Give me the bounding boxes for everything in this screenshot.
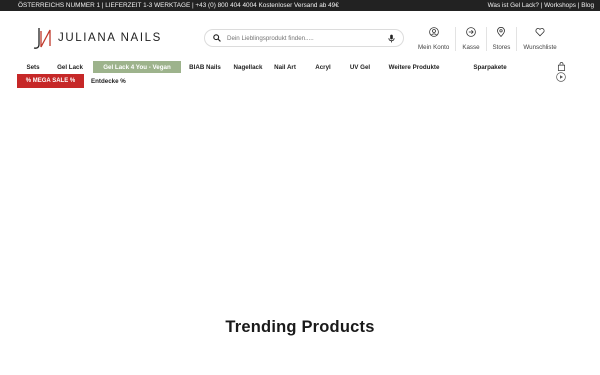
discover-link[interactable]: Entdecke %: [91, 74, 126, 88]
nav-item-sets[interactable]: Sets: [22, 61, 44, 73]
brand-name: JULIANA NAILS: [58, 32, 162, 44]
link-workshops[interactable]: Workshops: [544, 2, 576, 9]
top-info-bar: ÖSTERREICHS NUMMER 1 | LIEFERZEIT 1-3 WE…: [0, 0, 600, 11]
stores-link[interactable]: Stores: [485, 27, 517, 51]
nav-item-gel-lack[interactable]: Gel Lack: [53, 61, 87, 73]
nav-item-nagellack[interactable]: Nagellack: [230, 61, 266, 73]
stores-label: Stores: [492, 44, 511, 51]
search-input[interactable]: [227, 34, 377, 42]
map-pin-icon: [497, 27, 506, 37]
heart-icon: [535, 28, 545, 37]
checkout-link[interactable]: Kasse: [455, 27, 485, 51]
wishlist-label: Wunschliste: [523, 44, 557, 51]
top-info-text: ÖSTERREICHS NUMMER 1 | LIEFERZEIT 1-3 WE…: [18, 2, 339, 9]
nav-item-uv-gel[interactable]: UV Gel: [346, 61, 374, 73]
logo-mark-icon: [33, 28, 51, 49]
shopping-bag-icon[interactable]: [557, 62, 566, 71]
account-link[interactable]: Mein Konto: [412, 27, 455, 51]
nav-item-acryl[interactable]: Acryl: [312, 61, 334, 73]
arrow-right-circle-icon: [466, 27, 476, 37]
promo-row: % MEGA SALE % Entdecke %: [0, 74, 600, 88]
nav-item-weitere-produkte[interactable]: Weitere Produkte: [384, 61, 444, 73]
checkout-label: Kasse: [462, 44, 480, 51]
logo[interactable]: JULIANA NAILS: [30, 25, 162, 51]
account-label: Mein Konto: [418, 44, 450, 51]
mega-sale-button[interactable]: % MEGA SALE %: [17, 74, 84, 88]
wishlist-link[interactable]: Wunschliste: [516, 27, 562, 51]
nav-item-biab-nails[interactable]: BIAB Nails: [186, 61, 224, 73]
user-icon: [428, 27, 439, 37]
main-navigation: Sets Gel Lack Gel Lack 4 You - Vegan BIA…: [0, 61, 600, 73]
header-actions: Mein Konto Kasse Stores Wunschliste: [412, 27, 563, 51]
trending-products-heading: Trending Products: [225, 318, 375, 336]
link-blog[interactable]: Blog: [581, 2, 594, 9]
search-bar[interactable]: [204, 29, 404, 47]
site-header: JULIANA NAILS Mein Konto: [0, 11, 600, 61]
search-icon: [213, 34, 221, 42]
nav-item-nail-art[interactable]: Nail Art: [271, 61, 299, 73]
nav-item-sparpakete[interactable]: Sparpakete: [470, 61, 510, 73]
play-circle-icon[interactable]: [556, 72, 566, 82]
nav-item-gel-lack-4-you-vegan[interactable]: Gel Lack 4 You - Vegan: [93, 61, 181, 73]
link-was-ist-gel-lack[interactable]: Was ist Gel Lack?: [488, 2, 539, 9]
microphone-icon[interactable]: [388, 34, 395, 43]
top-links: Was ist Gel Lack? | Workshops | Blog: [488, 2, 594, 9]
